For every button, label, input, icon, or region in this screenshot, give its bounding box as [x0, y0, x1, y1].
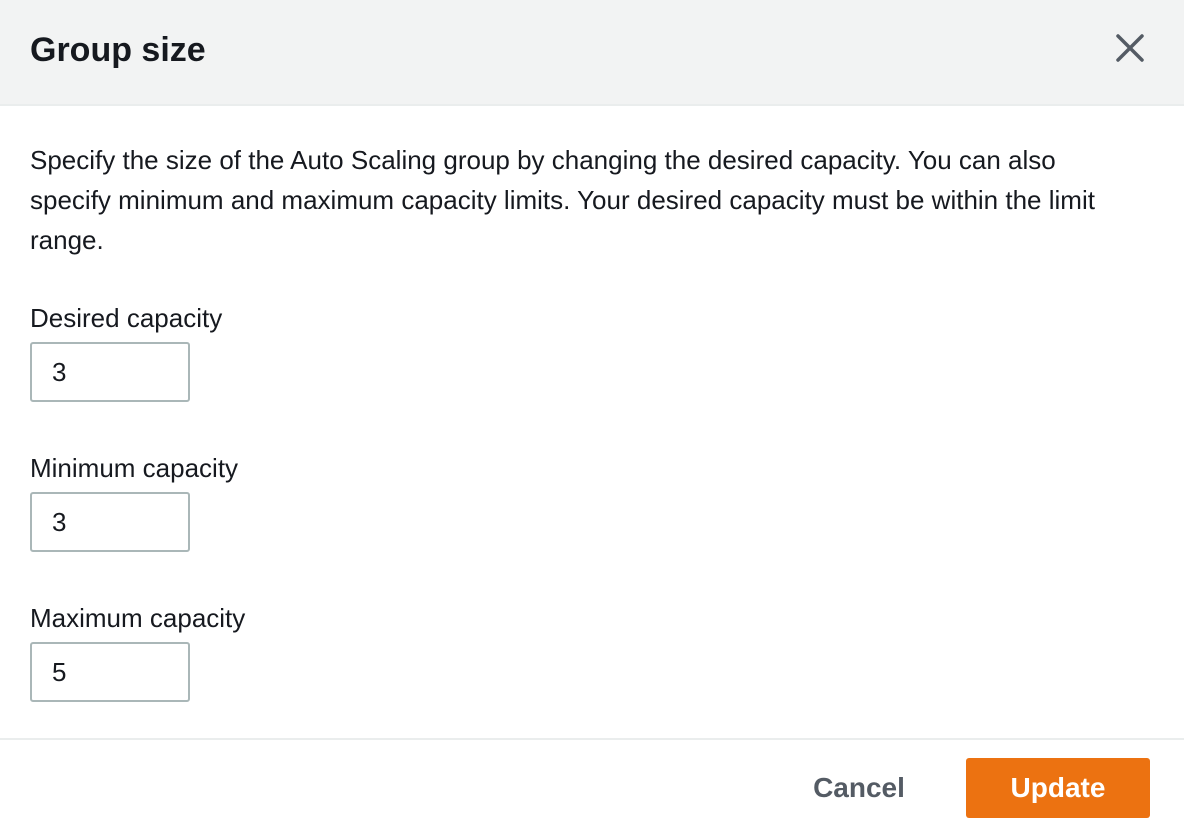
desired-capacity-field: Desired capacity [30, 300, 430, 402]
close-button[interactable] [1108, 26, 1152, 70]
maximum-capacity-field: Maximum capacity [30, 600, 430, 702]
modal-title: Group size [30, 31, 206, 69]
desired-capacity-input[interactable] [30, 342, 190, 402]
group-size-modal: Group size Specify the size of the Auto … [0, 0, 1184, 836]
update-button[interactable]: Update [966, 758, 1150, 818]
cancel-button[interactable]: Cancel [796, 758, 922, 818]
modal-description: Specify the size of the Auto Scaling gro… [30, 145, 1095, 255]
minimum-capacity-field: Minimum capacity [30, 450, 430, 552]
modal-footer: Cancel Update [0, 738, 1184, 836]
maximum-capacity-label: Maximum capacity [30, 603, 246, 633]
close-icon [1116, 34, 1144, 62]
minimum-capacity-label: Minimum capacity [30, 453, 239, 483]
maximum-capacity-input[interactable] [30, 642, 190, 702]
modal-header: Group size [0, 0, 1184, 106]
modal-body: Specify the size of the Auto Scaling gro… [0, 106, 1184, 738]
minimum-capacity-input[interactable] [30, 492, 190, 552]
desired-capacity-label: Desired capacity [30, 303, 223, 333]
